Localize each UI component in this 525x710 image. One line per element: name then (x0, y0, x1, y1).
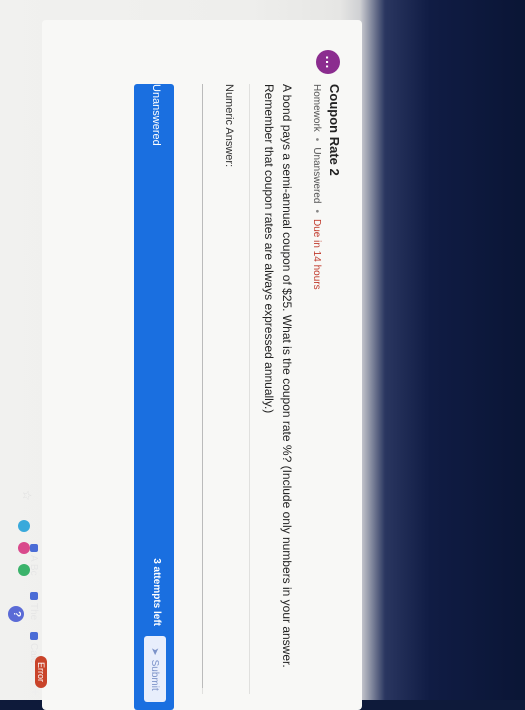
status-label: Unanswered (150, 84, 162, 146)
extension-icon[interactable] (18, 564, 30, 576)
separator-dot: • (311, 137, 322, 142)
tab-favicon (30, 544, 38, 552)
footer-bar: Unanswered 3 attempts left ➤ Submit (134, 84, 174, 710)
star-icon[interactable]: ☆ (20, 490, 34, 501)
tab-favicon (30, 632, 38, 640)
rotated-page: … Coupon Rate 2 Homework • Unanswered • Due … (0, 0, 380, 710)
extension-icon[interactable] (18, 520, 30, 532)
question-type: Homework (311, 84, 322, 132)
question-card: … Coupon Rate 2 Homework • Unanswered • Due … (42, 20, 362, 710)
browser-tab-strip: A Bc The Calc + Error (10, 0, 50, 700)
separator-dot: • (311, 209, 322, 213)
more-options-icon[interactable]: … (316, 50, 340, 74)
new-tab-button[interactable]: + (28, 688, 44, 696)
help-button[interactable]: ? (8, 606, 24, 622)
send-icon: ➤ (149, 647, 161, 656)
question-state: Unanswered (311, 147, 322, 204)
attempts-left: 3 attempts left (151, 558, 162, 626)
tab-the[interactable]: The (26, 588, 42, 624)
question-title: Coupon Rate 2 (327, 84, 342, 176)
answer-area: Numeric Answer: (202, 84, 250, 694)
tab-favicon (30, 592, 38, 600)
question-meta: Homework • Unanswered • Due in 14 hours (311, 84, 322, 290)
numeric-answer-input[interactable] (202, 84, 215, 688)
question-text: A bond pays a semi-annual coupon of $25.… (262, 84, 294, 668)
extension-icon[interactable] (18, 542, 30, 554)
answer-label: Numeric Answer: (223, 84, 235, 168)
error-badge[interactable]: Error (35, 656, 47, 688)
due-label: Due in 14 hours (311, 218, 322, 290)
submit-label: Submit (149, 659, 161, 691)
submit-button[interactable]: ➤ Submit (144, 636, 166, 702)
